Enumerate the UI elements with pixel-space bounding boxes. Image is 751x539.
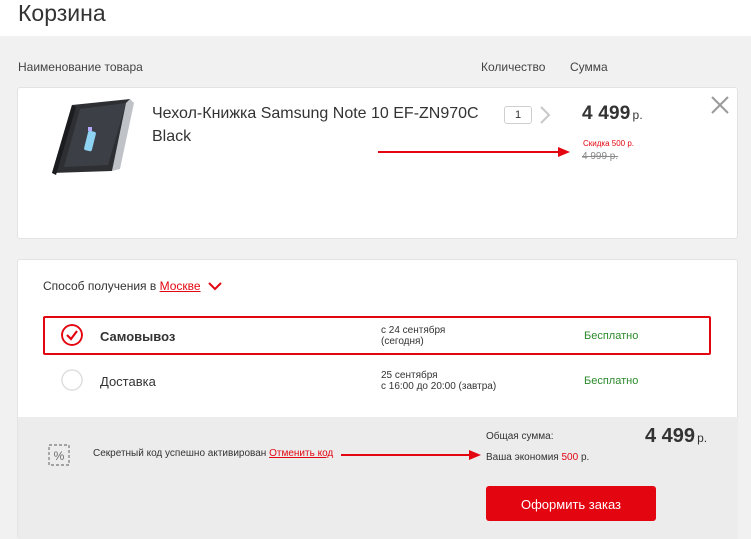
delivery-option-date: с 24 сентября (сегодня) bbox=[381, 325, 446, 347]
delivery-option-name: Доставка bbox=[100, 374, 156, 389]
city-link[interactable]: Москве bbox=[160, 279, 201, 293]
product-image[interactable] bbox=[42, 97, 138, 181]
promo-code-icon: % bbox=[48, 444, 70, 466]
delivery-option-price: Бесплатно bbox=[584, 330, 639, 342]
economy-label: Ваша экономия 500 р. bbox=[486, 452, 590, 463]
close-icon[interactable] bbox=[709, 94, 731, 116]
chevron-right-icon[interactable] bbox=[538, 104, 552, 126]
radio-checked-icon[interactable] bbox=[61, 324, 83, 346]
total-label: Общая сумма: bbox=[486, 431, 554, 442]
top-bar bbox=[0, 0, 751, 36]
discount-label: Скидка 500 р. bbox=[583, 139, 635, 148]
annotation-arrow bbox=[378, 147, 570, 157]
delivery-option-date: 25 сентября с 16:00 до 20:00 (завтра) bbox=[381, 370, 497, 392]
delivery-option-name: Самовывоз bbox=[100, 329, 176, 344]
checkout-button[interactable]: Оформить заказ bbox=[486, 486, 656, 521]
delivery-method-label: Способ получения в Москве bbox=[43, 279, 222, 293]
quantity-field[interactable]: 1 bbox=[504, 106, 532, 124]
column-header-name: Наименование товара bbox=[18, 60, 143, 74]
column-header-quantity: Количество bbox=[481, 60, 546, 74]
page-title: Корзина bbox=[18, 0, 106, 26]
cancel-code-link[interactable]: Отменить код bbox=[269, 448, 333, 459]
chevron-down-icon[interactable] bbox=[208, 282, 222, 291]
svg-text:%: % bbox=[54, 449, 65, 463]
annotation-arrow bbox=[341, 450, 481, 460]
product-price: 4 499 р. bbox=[582, 103, 643, 124]
radio-unchecked-icon[interactable] bbox=[61, 369, 83, 391]
old-price: 4 999 р. bbox=[582, 151, 619, 162]
promo-status: Секретный код успешно активирован Отмени… bbox=[93, 448, 334, 459]
product-name[interactable]: Чехол-Книжка Samsung Note 10 EF-ZN970C B… bbox=[152, 102, 492, 148]
delivery-option-price: Бесплатно bbox=[584, 375, 639, 387]
column-header-sum: Сумма bbox=[570, 60, 608, 74]
total-value: 4 499 р. bbox=[645, 425, 708, 447]
